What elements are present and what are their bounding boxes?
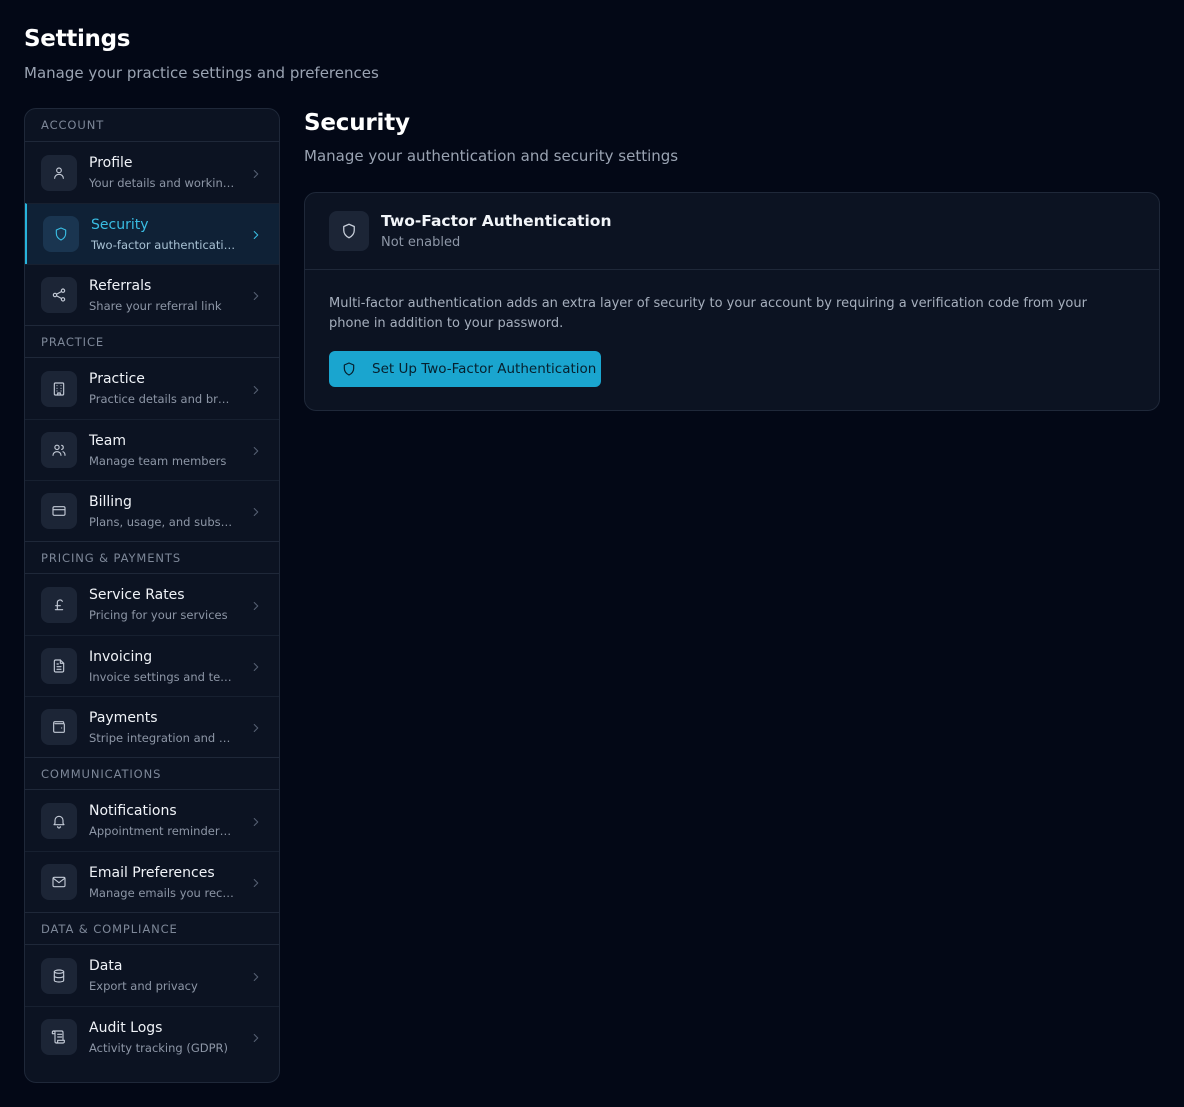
main-header: Security Manage your authentication and …: [304, 110, 1160, 165]
sidebar-item-description: Invoice settings and templates: [89, 669, 235, 684]
chevron-right-icon: [249, 659, 263, 673]
chevron-right-icon: [249, 382, 263, 396]
chevron-right-icon: [249, 227, 263, 241]
sidebar-item-description: Two-factor authentication: [91, 237, 237, 252]
file-text-icon: [41, 648, 77, 684]
two-factor-card: Two-Factor Authentication Not enabled Mu…: [304, 192, 1160, 411]
wallet-icon: [41, 709, 77, 745]
shield-icon: [329, 211, 369, 251]
setup-two-factor-button[interactable]: Set Up Two-Factor Authentication: [329, 351, 601, 387]
settings-sidebar: ACCOUNT Profile Your details and working h…: [24, 108, 280, 1083]
sidebar-item-label: Team: [89, 432, 127, 449]
shield-icon: [43, 216, 79, 252]
sidebar-item-label: Practice: [89, 371, 145, 387]
sidebar-item-notifications[interactable]: Notifications Appointment reminders and a…: [25, 790, 279, 851]
credit-card-icon: [41, 493, 77, 529]
sidebar-item-label: Payments: [89, 709, 158, 726]
sidebar-item-invoicing[interactable]: Invoicing Invoice settings and templates: [25, 635, 279, 696]
sidebar-item-description: Pricing for your services: [89, 608, 228, 622]
section-title: Security: [304, 110, 410, 136]
sidebar-item-label: Profile: [89, 155, 133, 171]
chevron-right-icon: [249, 443, 263, 457]
sidebar-item-description: Activity tracking (GDPR): [89, 1040, 229, 1055]
sidebar-item-label: Billing: [89, 493, 132, 510]
share-icon: [41, 277, 77, 313]
sidebar-section-header: PRICING & PAYMENTS: [25, 541, 279, 574]
sidebar-item-description: Your details and working hours: [89, 176, 235, 190]
sidebar-item-description: Appointment reminders and alerts: [89, 824, 235, 838]
sidebar-item-label: Notifications: [89, 803, 177, 819]
chevron-right-icon: [249, 504, 263, 518]
building-icon: [41, 370, 77, 407]
sidebar-item-label: Data: [89, 958, 123, 974]
sidebar-item-label: Service Rates: [89, 587, 185, 603]
sidebar-section-header: COMMUNICATIONS: [25, 757, 279, 790]
chevron-right-icon: [249, 720, 263, 734]
sidebar-item-description: Manage team members: [89, 453, 227, 468]
sidebar-item-payments[interactable]: Payments Stripe integration and card paym…: [25, 696, 279, 757]
sidebar-item-label: Invoicing: [89, 648, 153, 665]
sidebar-item-profile[interactable]: Profile Your details and working hours: [25, 142, 279, 203]
sidebar-section-header: PRACTICE: [25, 325, 279, 358]
sidebar-item-description: Plans, usage, and subscriptions: [89, 514, 235, 529]
sidebar-item-billing[interactable]: Billing Plans, usage, and subscriptions: [25, 480, 279, 541]
sidebar-section: DATA & COMPLIANCE Data Export and privacy A…: [25, 912, 279, 1067]
sidebar-item-security[interactable]: Security Two-factor authentication: [25, 203, 279, 264]
sidebar-item-team[interactable]: Team Manage team members: [25, 419, 279, 480]
database-icon: [41, 957, 77, 994]
chevron-right-icon: [249, 166, 263, 180]
sidebar-item-email-preferences[interactable]: Email Preferences Manage emails you recei…: [25, 851, 279, 912]
sidebar-item-description: Practice details and branding: [89, 392, 235, 406]
sidebar-section: ACCOUNT Profile Your details and working h…: [25, 109, 279, 325]
chevron-right-icon: [249, 875, 263, 889]
sidebar-section-header: ACCOUNT: [25, 109, 279, 142]
sidebar-item-label: Audit Logs: [89, 1019, 163, 1036]
bell-icon: [41, 802, 77, 839]
sidebar-item-description: Export and privacy: [89, 979, 198, 993]
sidebar-section: COMMUNICATIONS Notifications Appointment r…: [25, 757, 279, 912]
section-subtitle: Manage your authentication and security …: [304, 147, 679, 165]
sidebar-item-service-rates[interactable]: Service Rates Pricing for your services: [25, 574, 279, 635]
sidebar-item-practice[interactable]: Practice Practice details and branding: [25, 358, 279, 419]
mail-icon: [41, 864, 77, 900]
sidebar-section: PRACTICE Practice Practice details and bra…: [25, 325, 279, 541]
card-header: Two-Factor Authentication Not enabled: [305, 193, 1159, 270]
shield-icon: [343, 362, 355, 376]
sidebar-item-referrals[interactable]: Referrals Share your referral link: [25, 264, 279, 325]
page-header: Settings Manage your practice settings a…: [24, 26, 379, 82]
user-icon: [41, 154, 77, 191]
card-description: Multi-factor authentication adds an extr…: [329, 296, 1087, 331]
sidebar-item-label: Referrals: [89, 277, 152, 294]
sidebar-item-audit-logs[interactable]: Audit Logs Activity tracking (GDPR): [25, 1006, 279, 1067]
sidebar-item-description: Share your referral link: [89, 298, 222, 313]
sidebar-section-header: DATA & COMPLIANCE: [25, 912, 279, 945]
chevron-right-icon: [249, 969, 263, 983]
two-factor-status: Not enabled: [381, 235, 461, 250]
sidebar-item-description: Stripe integration and card payments: [89, 730, 235, 745]
sidebar-item-description: Manage emails you receive: [89, 885, 235, 900]
chevron-right-icon: [249, 598, 263, 612]
scroll-icon: [41, 1019, 77, 1055]
setup-two-factor-label: Set Up Two-Factor Authentication: [372, 361, 597, 377]
chevron-right-icon: [249, 1030, 263, 1044]
pound-icon: [41, 586, 77, 623]
sidebar-section: PRICING & PAYMENTS Service Rates Pricing f…: [25, 541, 279, 757]
page-title: Settings: [24, 26, 131, 52]
page-subtitle: Manage your practice settings and prefer…: [24, 64, 379, 82]
sidebar-item-label: Security: [91, 216, 149, 233]
sidebar-item-data[interactable]: Data Export and privacy: [25, 945, 279, 1006]
sidebar-item-label: Email Preferences: [89, 864, 215, 881]
card-title: Two-Factor Authentication: [381, 212, 612, 230]
chevron-right-icon: [249, 814, 263, 828]
users-icon: [41, 432, 77, 468]
chevron-right-icon: [249, 288, 263, 302]
